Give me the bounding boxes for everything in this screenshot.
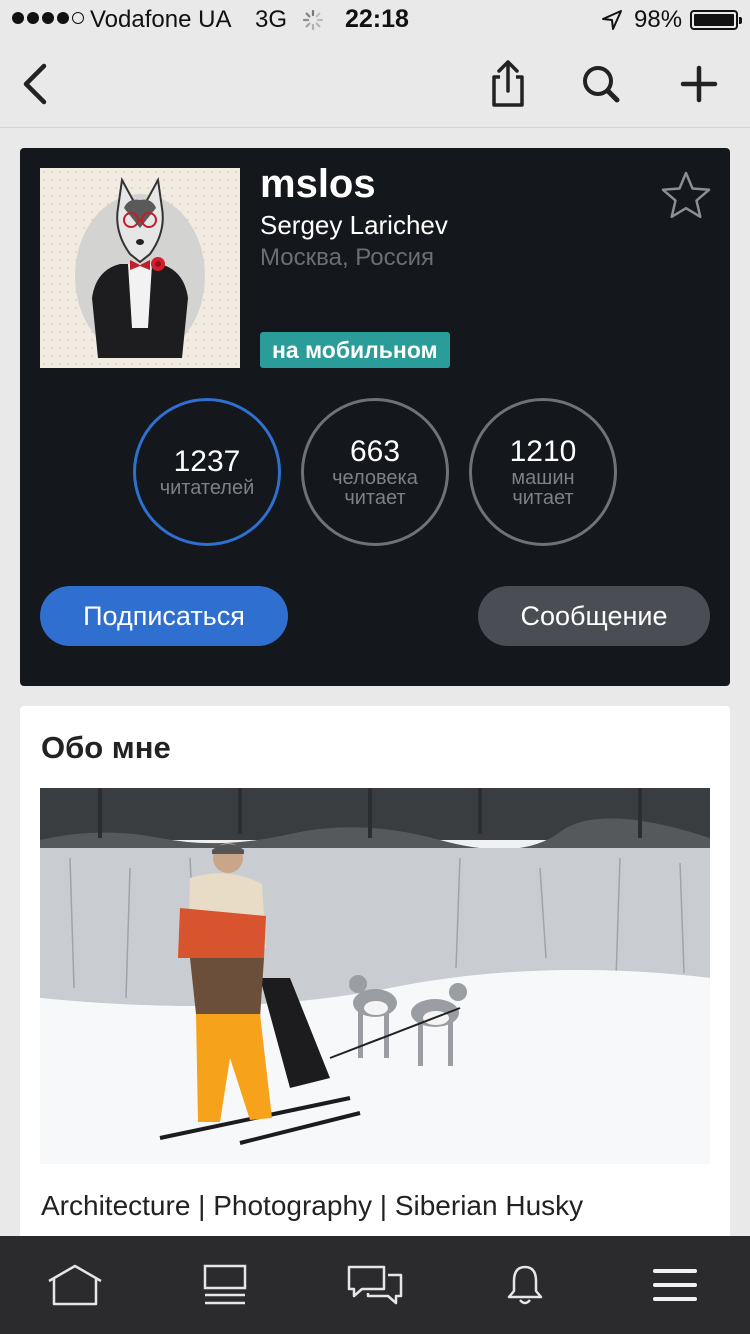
tab-feed[interactable] <box>150 1236 300 1334</box>
add-button[interactable] <box>673 58 725 110</box>
back-icon <box>23 63 47 105</box>
full-name: Sergey Larichev <box>260 210 448 240</box>
following-cars-stat[interactable]: 1210 машин читает <box>469 398 617 546</box>
network-type: 3G <box>255 6 288 33</box>
status-bar: Vodafone UA 3G 22:18 98% <box>0 0 750 40</box>
tab-menu[interactable] <box>600 1236 750 1334</box>
battery-percentage: 98% <box>634 6 683 33</box>
navigation-bar <box>0 40 750 128</box>
followers-label: читателей <box>159 477 255 499</box>
favorite-button[interactable] <box>658 168 714 224</box>
following-cars-label: машин читает <box>511 467 575 509</box>
share-button[interactable] <box>482 58 534 110</box>
followers-stat[interactable]: 1237 читателей <box>133 398 281 546</box>
about-card: Обо мне Architecture | Photography | Sib… <box>20 706 730 1266</box>
tab-bar <box>0 1236 750 1334</box>
following-people-label: человека читает <box>332 467 418 509</box>
feed-icon <box>203 1264 247 1305</box>
message-button[interactable]: Сообщение <box>478 586 710 646</box>
followers-count: 1237 <box>173 445 241 478</box>
bell-icon <box>507 1265 543 1305</box>
following-cars-count: 1210 <box>509 435 577 468</box>
following-people-count: 663 <box>349 435 401 468</box>
tab-home[interactable] <box>0 1236 150 1334</box>
status-badge: на мобильном <box>260 332 450 368</box>
about-tags: Architecture | Photography | Siberian Hu… <box>41 1190 584 1221</box>
search-icon <box>583 66 620 103</box>
tab-messages[interactable] <box>300 1236 450 1334</box>
signal-strength-icon <box>12 12 84 24</box>
menu-icon <box>653 1269 697 1301</box>
home-icon <box>48 1264 102 1306</box>
carrier-name: Vodafone UA <box>90 6 232 33</box>
battery-icon <box>690 10 742 30</box>
about-title: Обо мне <box>41 730 171 765</box>
share-icon <box>492 60 524 107</box>
following-people-stat[interactable]: 663 человека читает <box>301 398 449 546</box>
username: mslos <box>260 162 376 206</box>
plus-icon <box>680 65 718 103</box>
subscribe-button[interactable]: Подписаться <box>40 586 288 646</box>
back-button[interactable] <box>10 58 62 110</box>
profile-card: mslos Sergey Larichev Москва, Россия на … <box>20 148 730 686</box>
tab-notifications[interactable] <box>450 1236 600 1334</box>
search-button[interactable] <box>575 58 627 110</box>
location-arrow-icon <box>602 10 622 30</box>
star-icon <box>661 171 711 219</box>
about-photo[interactable] <box>40 788 710 1164</box>
messages-icon <box>347 1265 403 1305</box>
clock: 22:18 <box>345 5 409 33</box>
avatar[interactable] <box>40 168 240 368</box>
activity-spinner-icon <box>302 9 324 31</box>
location: Москва, Россия <box>260 244 434 271</box>
